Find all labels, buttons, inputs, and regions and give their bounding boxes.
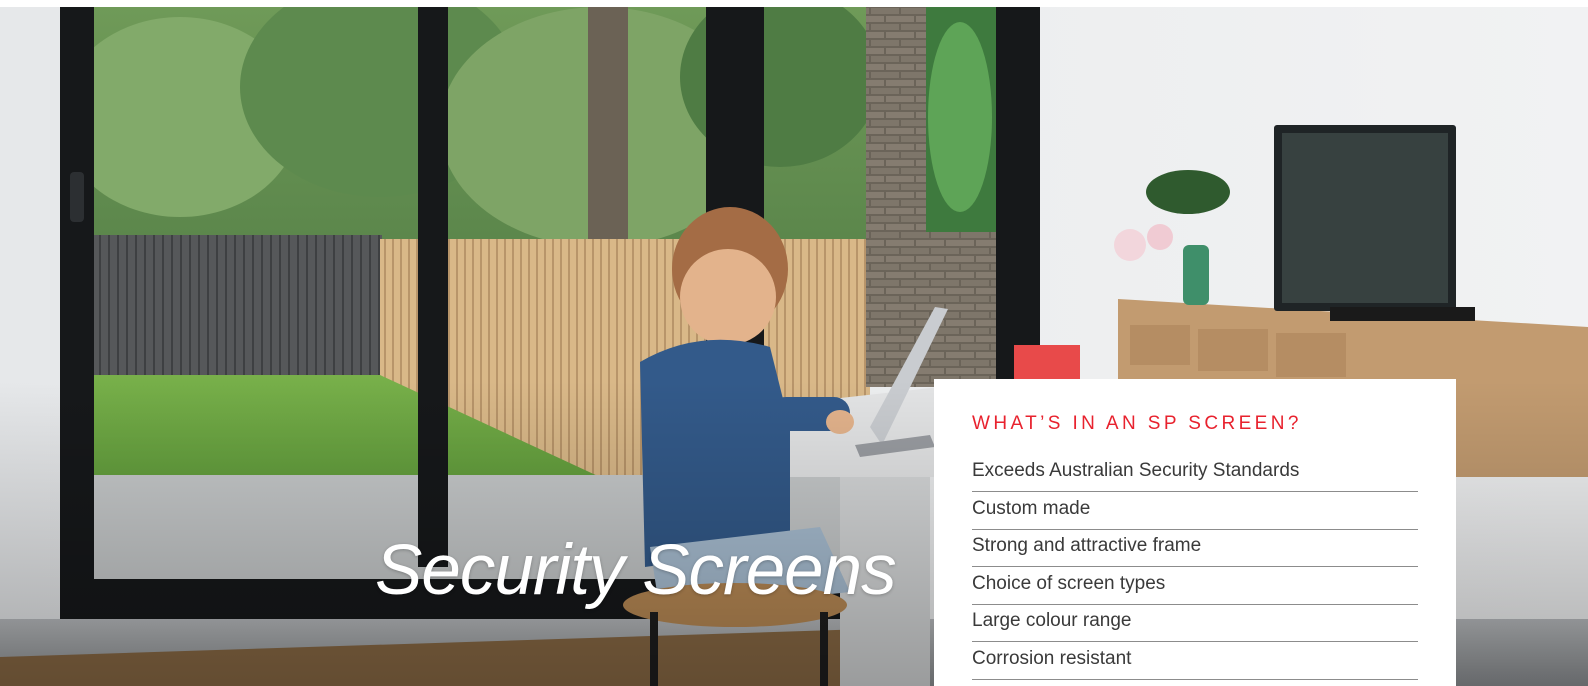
feature-item: Choice of screen types <box>972 569 1418 605</box>
feature-list: Exceeds Australian Security Standards Cu… <box>972 456 1418 680</box>
features-heading: WHAT’S IN AN SP SCREEN? <box>972 413 1302 434</box>
features-panel: WHAT’S IN AN SP SCREEN? Exceeds Australi… <box>934 379 1456 686</box>
hero-title: Security Screens <box>375 531 897 610</box>
feature-item: Large colour range <box>972 606 1418 642</box>
feature-item: Strong and attractive frame <box>972 531 1418 567</box>
feature-item: Exceeds Australian Security Standards <box>972 456 1418 492</box>
feature-item: Custom made <box>972 494 1418 530</box>
feature-item: Corrosion resistant <box>972 644 1418 680</box>
